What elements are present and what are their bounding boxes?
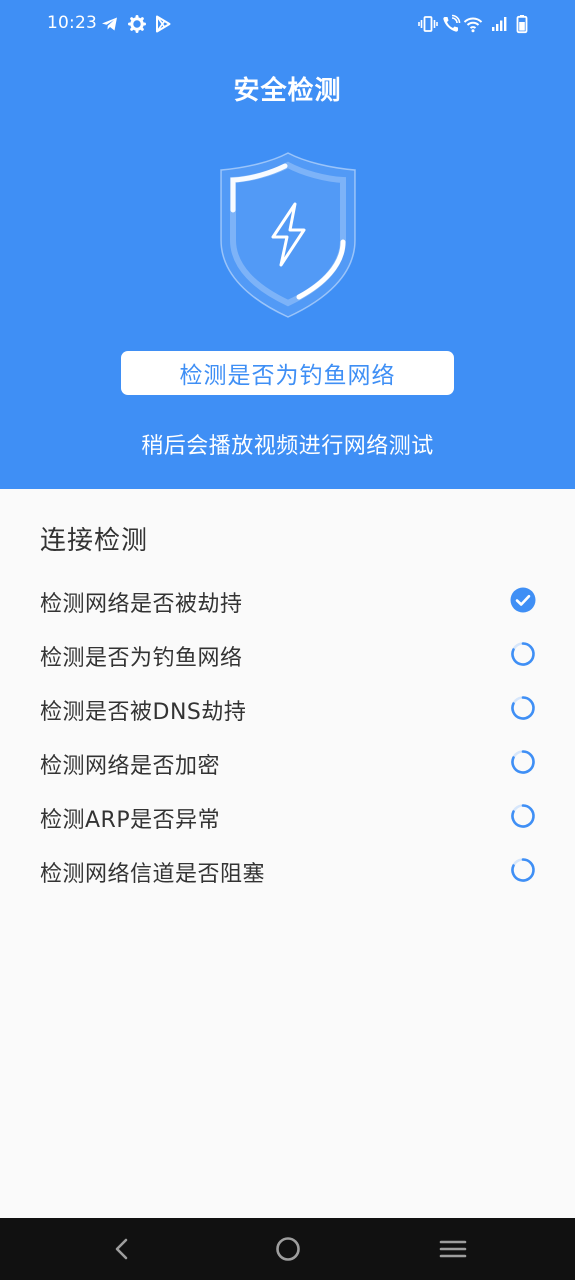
navigation-bar [0,1218,575,1280]
check-item-channel: 检测网络信道是否阻塞 [0,843,575,897]
check-item-label: 检测是否为钓鱼网络 [40,646,243,671]
check-item-label: 检测网络是否被劫持 [40,592,243,617]
recents-menu-icon[interactable] [438,1234,468,1264]
spinner-icon [511,804,535,828]
status-time: 10:23 [47,13,97,33]
check-list: 检测网络是否被劫持 检测是否为钓鱼网络 检测是否被DNS劫持 检测网络是否加密 [0,573,575,897]
check-item-label: 检测网络信道是否阻塞 [40,862,266,887]
spinner-icon [511,642,535,666]
check-item-label: 检测网络是否加密 [40,754,221,779]
check-item-hijack: 检测网络是否被劫持 [0,573,575,627]
check-circle-icon [510,587,536,613]
check-item-label: 检测ARP是否异常 [40,808,221,833]
hint-text: 稍后会播放视频进行网络测试 [141,434,434,459]
current-check-banner: 检测是否为钓鱼网络 [121,351,454,395]
wifi-icon [463,17,483,33]
hero-panel: 10:23 安全检测 检测是否为钓鱼网络 稍后会播放视频进行网络测试 [0,0,575,489]
check-item-arp: 检测ARP是否异常 [0,789,575,843]
spinner-icon [511,750,535,774]
battery-icon [516,15,528,34]
vibrate-icon [418,16,438,32]
home-icon[interactable] [273,1234,303,1264]
check-item-label: 检测是否被DNS劫持 [40,700,247,725]
current-check-text: 检测是否为钓鱼网络 [179,363,396,389]
telegram-icon [102,17,117,31]
check-item-encryption: 检测网络是否加密 [0,735,575,789]
shield-lightning-icon [220,152,356,318]
screen: 10:23 安全检测 检测是否为钓鱼网络 稍后会播放视频进行网络测试 连接检测 … [0,0,575,1280]
gear-icon [128,15,146,33]
wifi-call-icon [443,14,461,32]
section-title: 连接检测 [40,526,149,556]
signal-icon [492,17,507,31]
play-store-icon [156,15,171,33]
spinner-icon [511,696,535,720]
page-title: 安全检测 [233,76,342,106]
back-icon[interactable] [107,1234,137,1264]
status-bar: 10:23 [0,0,575,48]
check-item-phishing: 检测是否为钓鱼网络 [0,627,575,681]
check-item-dns: 检测是否被DNS劫持 [0,681,575,735]
spinner-icon [511,858,535,882]
